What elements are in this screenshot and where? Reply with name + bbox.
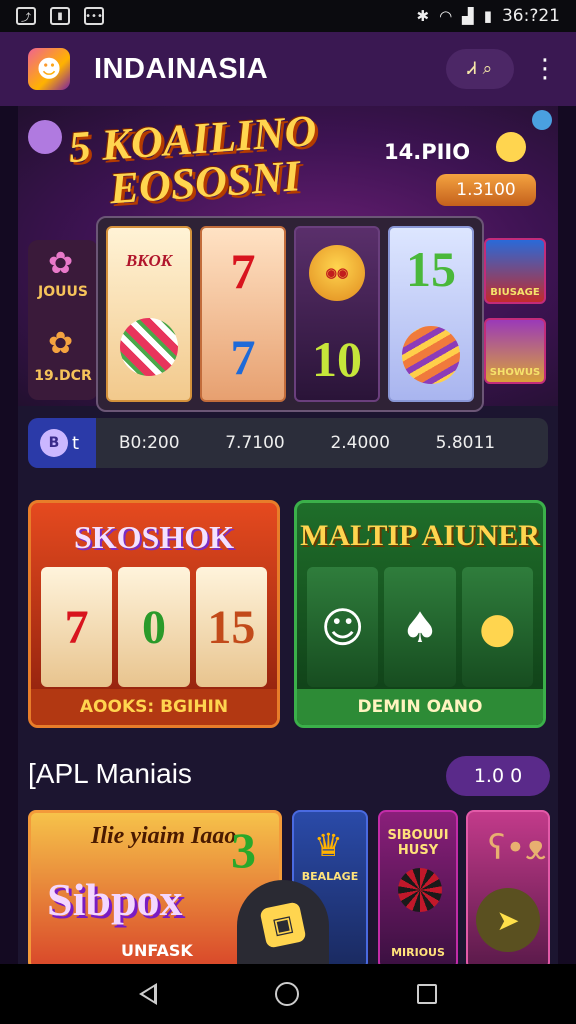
- side-bottom-label: 19.DCR: [34, 368, 92, 384]
- tile-label: SIBOUUI HUSY: [387, 828, 449, 858]
- reel-2-top-symbol: 7: [230, 243, 256, 299]
- mascot-face-icon: ◉◉: [309, 244, 365, 301]
- recents-icon[interactable]: [417, 984, 437, 1004]
- thumb-showus[interactable]: SHOWUS: [484, 318, 546, 384]
- overflow-menu-icon[interactable]: ⋮: [532, 56, 558, 82]
- hero-title: 5 KOAILINO EOSOSNI: [67, 106, 362, 214]
- reel-4: 15: [388, 226, 474, 402]
- hero-amount-pill[interactable]: 1.3100: [436, 174, 536, 206]
- coin-icon: ●: [461, 567, 533, 687]
- main-content: 5 KOAILINO EOSOSNI 14.PIIO 1.3100 ✿ JOUU…: [18, 106, 558, 964]
- jackpot-info-bar: B t B0:200 7.7100 2.4000 5.8011: [28, 418, 548, 468]
- status-bar: ⤴ ▮ ••• ✱ ◠ ▟ ▮ 36:?21: [0, 0, 576, 32]
- gem-decoration: [532, 110, 552, 130]
- tile-corner-number: 3: [231, 822, 256, 878]
- bluetooth-icon: ✱: [416, 7, 430, 25]
- card-title: MALTIP AIUNER: [300, 519, 540, 552]
- trophy-icon: ♛: [314, 826, 343, 864]
- card-caption: AOOKS: BGIHIN: [31, 689, 277, 725]
- tile-title: Sibpox: [47, 874, 183, 925]
- search-icon: ⌕: [482, 59, 493, 79]
- roulette-icon: [398, 868, 442, 912]
- dealer-icon: ♠: [384, 567, 456, 687]
- section-see-all-button[interactable]: 1.0 0: [446, 756, 550, 796]
- card-art: ☺ ♠ ●: [307, 567, 533, 687]
- notification-icon: •••: [84, 7, 104, 25]
- hero-amount: 14.PIIO: [384, 140, 471, 164]
- reel-4-top-symbol: 15: [406, 241, 456, 297]
- app-bar: ☻ INDAINASIA Ꮧ ⌕ ⋮: [0, 32, 576, 106]
- arrow-right-icon: ➤: [496, 903, 520, 937]
- hero-right-thumbnails: BIUSAGE SHOWUS: [484, 238, 546, 398]
- tile-subtitle: Ilie yiaim Iaao: [91, 823, 237, 849]
- card-caption: DEMIN OANO: [297, 689, 543, 725]
- striped-candy-icon: [402, 326, 460, 384]
- jackpot-value: 5.8011: [435, 433, 496, 453]
- reel-3-bottom-symbol: 10: [312, 330, 362, 387]
- slot-reels[interactable]: BKOK 7 7 ◉◉ 10 15: [96, 216, 484, 412]
- coin-decoration: [496, 132, 526, 162]
- coin-glyph: Ꮧ: [467, 59, 477, 79]
- chart-icon: ⤴: [16, 7, 36, 25]
- flower-icon: ✿: [48, 326, 74, 361]
- card-art: 7 0 15: [41, 567, 267, 687]
- next-fab[interactable]: ➤: [476, 888, 540, 952]
- reel-2-bottom-symbol: 7: [230, 329, 256, 385]
- reel-2: 7 7: [200, 226, 286, 402]
- wallet-fab[interactable]: ▣: [237, 880, 329, 970]
- bear-icon: ʕ•ᴥ•ʔ: [488, 828, 548, 868]
- battery-icon: ▮: [483, 7, 492, 25]
- game-card-skoshok[interactable]: SKOSHOK 7 0 15 AOOKS: BGIHIN: [28, 500, 280, 728]
- card-title: SKOSHOK: [73, 519, 235, 555]
- app-title: INDAINASIA: [94, 52, 269, 85]
- jackpot-value: B0:200: [118, 433, 180, 453]
- tile-label: BEALAGE: [301, 870, 359, 883]
- app-logo-icon[interactable]: ☻: [28, 48, 70, 90]
- flower-icon: ✿: [48, 246, 74, 281]
- game-card-maltip-aiuner[interactable]: MALTIP AIUNER ☺ ♠ ● DEMIN OANO: [294, 500, 546, 728]
- section-title: [APL Maniais: [28, 758, 192, 789]
- side-top-label: JOUUS: [38, 284, 88, 300]
- tile-bottom-label: UNFASK: [121, 941, 193, 960]
- search-button[interactable]: Ꮧ ⌕: [446, 49, 514, 89]
- currency-toggle-label: t: [72, 432, 80, 454]
- peppermint-candy-icon: [120, 317, 178, 376]
- character-icon: ☺: [307, 567, 379, 687]
- mini-reel: 7: [41, 567, 113, 687]
- reel-3: ◉◉ 10: [294, 226, 380, 402]
- wifi-icon: ◠: [439, 7, 453, 25]
- home-icon[interactable]: [275, 982, 299, 1006]
- hero-banner[interactable]: 5 KOAILINO EOSOSNI 14.PIIO 1.3100 ✿ JOUU…: [18, 106, 558, 412]
- signal-icon: ▟: [462, 7, 474, 25]
- wallet-icon: ▣: [259, 901, 307, 949]
- candy-decoration: [28, 120, 62, 154]
- hero-side-panel[interactable]: ✿ JOUUS ✿ 19.DCR: [28, 240, 98, 400]
- system-nav-bar: [0, 964, 576, 1024]
- mini-reel: 15: [195, 567, 267, 687]
- back-icon[interactable]: [139, 983, 157, 1005]
- thumb-bonus-star[interactable]: BIUSAGE: [484, 238, 546, 304]
- battery-saver-icon: ▮: [50, 7, 70, 25]
- reel-1: BKOK: [106, 226, 192, 402]
- mini-reel: 0: [118, 567, 190, 687]
- tile-bottom-label: MIRIOUS: [391, 946, 445, 959]
- currency-toggle[interactable]: B t: [28, 418, 96, 468]
- jackpot-value: 2.4000: [330, 433, 390, 453]
- reel-1-top-symbol: BKOK: [125, 251, 173, 271]
- status-time: 36:?21: [501, 6, 560, 26]
- game-tile-sibouui-husy[interactable]: SIBOUUI HUSY MIRIOUS: [378, 810, 458, 964]
- currency-icon: B: [40, 429, 68, 457]
- jackpot-value: 7.7100: [225, 433, 285, 453]
